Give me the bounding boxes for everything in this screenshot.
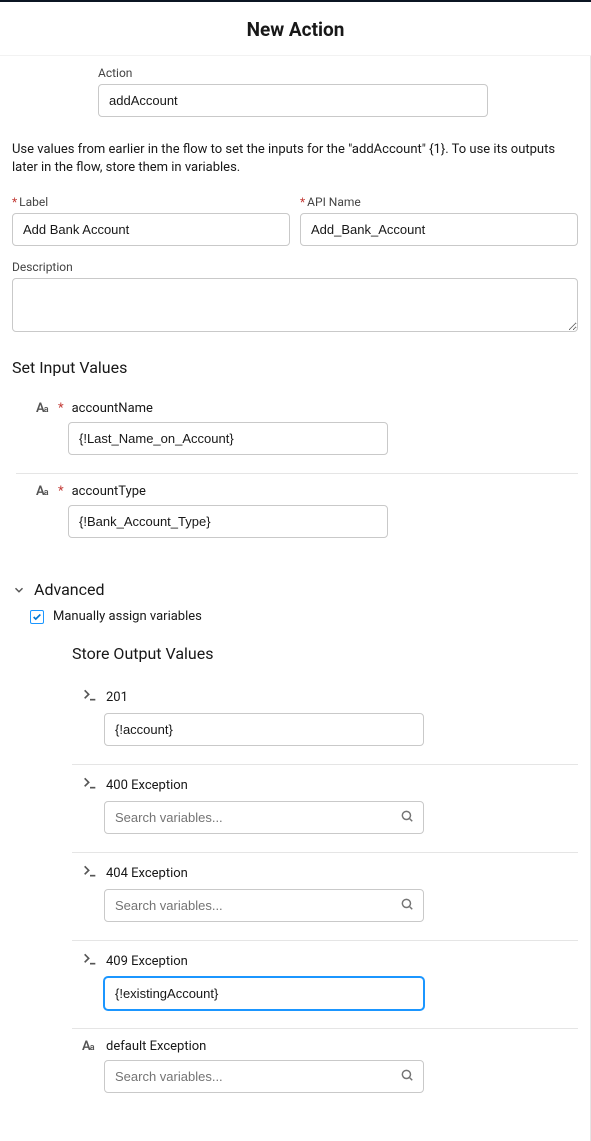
output-201-input[interactable]	[104, 713, 424, 746]
output-item: 400 Exception	[72, 765, 578, 853]
input-param-name: accountType	[72, 484, 146, 499]
manual-assign-label: Manually assign variables	[53, 609, 202, 624]
label-field-label: *Label	[12, 195, 290, 209]
output-default-input[interactable]	[104, 1060, 424, 1093]
output-param-name: 201	[106, 690, 128, 705]
modal-content: Action Use values from earlier in the fl…	[0, 56, 591, 1141]
output-values-list: 201 400 Exception	[12, 677, 578, 1111]
output-param-name: 409 Exception	[106, 954, 188, 969]
input-item: Aa * accountName	[16, 391, 578, 474]
set-input-values-title: Set Input Values	[12, 358, 578, 377]
apex-type-icon	[82, 863, 98, 883]
output-400-input[interactable]	[104, 801, 424, 834]
output-409-input[interactable]	[104, 977, 424, 1010]
output-404-input[interactable]	[104, 889, 424, 922]
output-item: Aa default Exception	[72, 1029, 578, 1111]
apex-type-icon	[82, 951, 98, 971]
output-param-name: 404 Exception	[106, 866, 188, 881]
text-type-icon: Aa	[36, 484, 52, 499]
apex-type-icon	[82, 775, 98, 795]
description-input[interactable]	[12, 278, 578, 332]
page-title: New Action	[0, 18, 591, 41]
label-apiname-row: *Label *API Name	[12, 195, 578, 246]
modal-header: New Action	[0, 2, 591, 56]
helper-text: Use values from earlier in the flow to s…	[12, 141, 578, 177]
accountname-input[interactable]	[68, 422, 388, 455]
text-type-icon: Aa	[36, 401, 52, 416]
apiname-field: *API Name	[300, 195, 578, 246]
apiname-input[interactable]	[300, 213, 578, 246]
store-output-title: Store Output Values	[72, 644, 578, 663]
description-label: Description	[12, 260, 578, 274]
action-label: Action	[98, 66, 578, 80]
input-values-list: Aa * accountName Aa * accountType	[12, 391, 578, 556]
advanced-toggle[interactable]: Advanced	[12, 580, 578, 599]
action-field-block: Action	[12, 66, 578, 117]
check-icon	[32, 612, 42, 622]
apiname-field-label: *API Name	[300, 195, 578, 209]
input-param-name: accountName	[72, 401, 153, 416]
label-input[interactable]	[12, 213, 290, 246]
text-type-icon: Aa	[82, 1039, 98, 1054]
advanced-title: Advanced	[34, 580, 105, 599]
input-item: Aa * accountType	[16, 474, 578, 556]
accounttype-input[interactable]	[68, 505, 388, 538]
output-param-name: 400 Exception	[106, 778, 188, 793]
action-input[interactable]	[98, 84, 488, 117]
output-item: 201	[72, 677, 578, 765]
apex-type-icon	[82, 687, 98, 707]
chevron-down-icon	[12, 583, 26, 597]
manual-assign-row: Manually assign variables	[30, 609, 578, 624]
output-param-name: default Exception	[106, 1039, 206, 1054]
manual-assign-checkbox[interactable]	[30, 610, 44, 624]
label-field: *Label	[12, 195, 290, 246]
output-item: 404 Exception	[72, 853, 578, 941]
description-field: Description	[12, 260, 578, 336]
output-item: 409 Exception	[72, 941, 578, 1029]
